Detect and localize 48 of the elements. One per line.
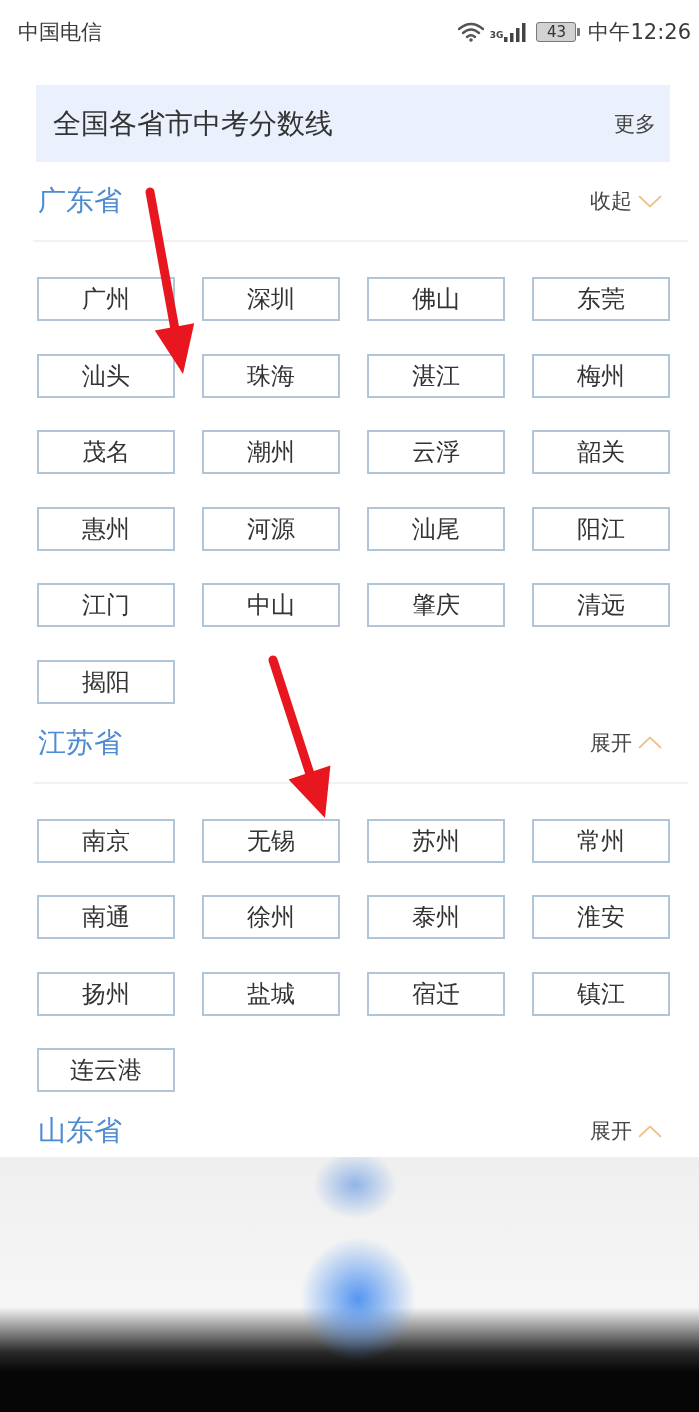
- city-button[interactable]: 汕尾: [367, 506, 505, 551]
- city-button[interactable]: 南通: [37, 895, 175, 939]
- province-title: 山东省: [38, 1113, 122, 1149]
- page-title: 全国各省市中考分数线: [53, 105, 333, 142]
- city-button[interactable]: 湛江: [367, 353, 505, 398]
- battery-indicator: 43: [536, 22, 577, 42]
- city-button[interactable]: 清远: [532, 583, 670, 627]
- city-button[interactable]: 广州: [37, 277, 175, 321]
- city-button[interactable]: 常州: [532, 818, 670, 863]
- city-button[interactable]: 扬州: [37, 971, 175, 1016]
- city-button[interactable]: 连云港: [37, 1048, 175, 1092]
- city-button[interactable]: 云浮: [367, 430, 505, 474]
- city-button[interactable]: 徐州: [202, 895, 340, 939]
- network-type: 3G: [489, 30, 504, 40]
- expand-toggle[interactable]: 展开: [590, 728, 662, 757]
- city-button[interactable]: 深圳: [202, 277, 340, 321]
- city-button[interactable]: 中山: [202, 583, 340, 627]
- city-button[interactable]: 南京: [37, 818, 175, 863]
- carrier-name: 中国电信: [18, 19, 102, 46]
- city-button[interactable]: 宿迁: [367, 971, 505, 1016]
- city-button[interactable]: 东莞: [532, 277, 670, 321]
- wifi-icon: [457, 22, 484, 42]
- province-title: 江苏省: [38, 724, 122, 761]
- city-button[interactable]: 河源: [202, 506, 340, 551]
- city-button[interactable]: 泰州: [367, 895, 505, 939]
- city-button[interactable]: 惠州: [37, 506, 175, 551]
- clock-time: 中午12:26: [588, 19, 691, 46]
- city-button[interactable]: 盐城: [202, 971, 340, 1016]
- city-button[interactable]: 淮安: [532, 895, 670, 939]
- city-button[interactable]: 阳江: [532, 506, 670, 551]
- city-button[interactable]: 佛山: [367, 277, 505, 321]
- city-button[interactable]: 梅州: [532, 353, 670, 398]
- more-link[interactable]: 更多: [614, 109, 656, 138]
- city-button[interactable]: 无锡: [202, 818, 340, 863]
- city-button[interactable]: 揭阳: [37, 659, 175, 704]
- city-button[interactable]: 苏州: [367, 818, 505, 863]
- city-button[interactable]: 肇庆: [367, 583, 505, 627]
- city-button[interactable]: 镇江: [532, 971, 670, 1016]
- city-button[interactable]: 汕头: [37, 353, 175, 398]
- expand-toggle[interactable]: 展开: [590, 1117, 662, 1145]
- city-button[interactable]: 江门: [37, 583, 175, 627]
- city-button[interactable]: 潮州: [202, 430, 340, 474]
- city-button[interactable]: 韶关: [532, 430, 670, 474]
- city-button[interactable]: 茂名: [37, 430, 175, 474]
- province-title: 广东省: [38, 183, 122, 219]
- expand-toggle[interactable]: 收起: [590, 187, 662, 215]
- signal-icon: [504, 22, 527, 42]
- city-button[interactable]: 珠海: [202, 353, 340, 398]
